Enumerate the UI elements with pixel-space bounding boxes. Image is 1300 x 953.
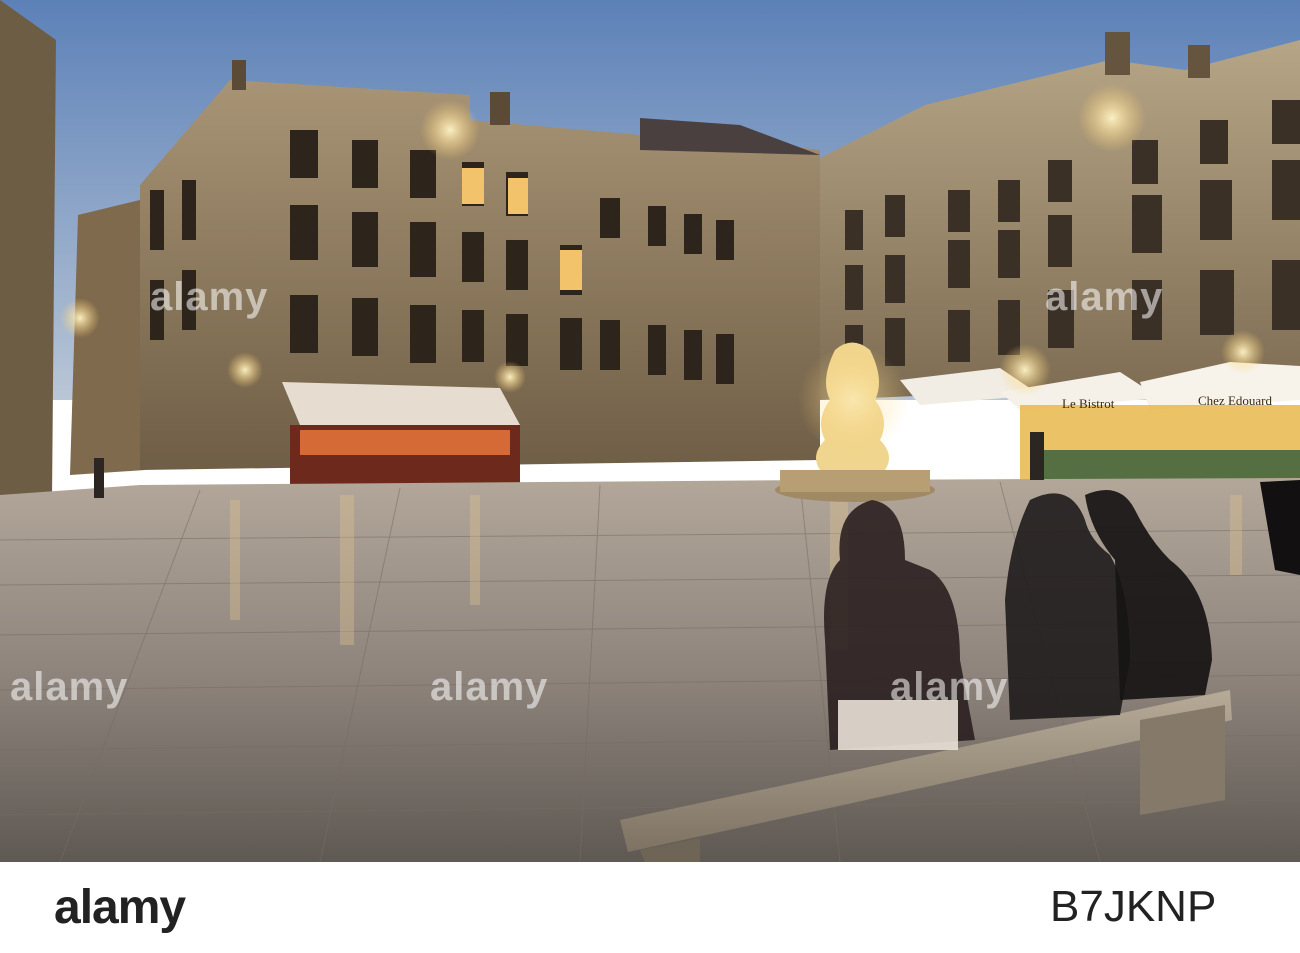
chimney	[1188, 45, 1210, 78]
street-lamp	[1221, 330, 1265, 374]
chimney	[232, 60, 246, 90]
bench-leg	[1140, 705, 1225, 815]
street-lamp	[420, 100, 480, 160]
awning-left	[282, 382, 520, 425]
watermark: alamy	[890, 665, 1009, 709]
pedestrian	[1030, 432, 1044, 480]
pedestrian	[94, 458, 104, 498]
brand-logo[interactable]: alamy	[54, 880, 186, 935]
chimney	[490, 92, 510, 125]
stock-photo-frame: Chez Edouard Le Bistrot alamy alamy alam…	[0, 0, 1300, 953]
street-lamp	[227, 352, 263, 388]
fountain-glow	[798, 345, 908, 455]
fountain-base	[780, 470, 930, 492]
square-photo: Chez Edouard Le Bistrot alamy alamy alam…	[0, 0, 1300, 862]
street-lamp	[999, 344, 1051, 396]
watermark: alamy	[10, 665, 129, 709]
chimney	[1105, 32, 1130, 75]
photo-illustration: Chez Edouard Le Bistrot	[0, 0, 1300, 862]
street-lamp	[1078, 84, 1146, 152]
building-far-left	[0, 0, 56, 510]
street-lamp	[60, 298, 100, 338]
cafe-left-light	[300, 430, 510, 455]
street-lamp	[494, 361, 526, 393]
sign-chez-edouard: Chez Edouard	[1198, 393, 1273, 408]
watermark: alamy	[150, 275, 269, 319]
sign-cafe: Le Bistrot	[1062, 396, 1115, 411]
watermark: alamy	[430, 665, 549, 709]
stock-footer: alamy B7JKNP	[0, 862, 1300, 953]
watermark: alamy	[1045, 275, 1164, 319]
image-code: B7JKNP	[1050, 882, 1217, 931]
cafe-screen	[1040, 450, 1300, 480]
